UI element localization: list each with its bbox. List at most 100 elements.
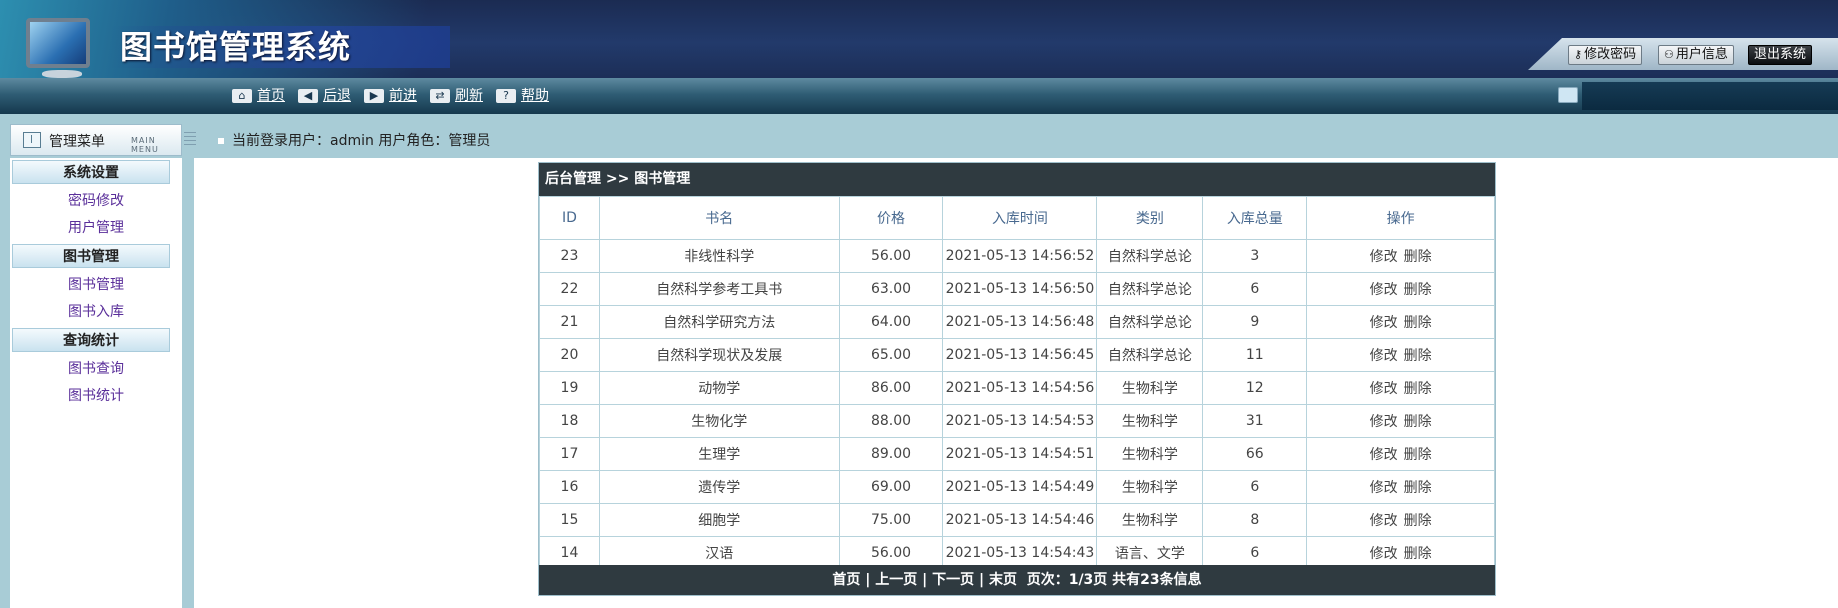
row-actions: 修改 删除 [1306,470,1495,504]
nav-item-0[interactable]: ⌂ 首页 [232,87,285,105]
table-cell: 2021-05-13 14:54:51 [942,437,1098,471]
home-icon: ⌂ [232,89,252,103]
column-header: ID [539,196,600,240]
user-info-button[interactable]: ⚇ 用户信息 [1658,45,1734,65]
row-actions: 修改 删除 [1306,338,1495,372]
last-page-link[interactable]: 末页 [989,572,1017,588]
delete-link[interactable]: 删除 [1404,414,1432,430]
table-cell: 生物科学 [1096,470,1204,504]
table-row: 15 细胞学 75.00 2021-05-13 14:54:46 生物科学 8 修改 删除 [539,503,1495,537]
table-cell: 11 [1202,338,1308,372]
table-cell: 自然科学总论 [1096,338,1204,372]
prev-page-link[interactable]: 上一页 [875,572,917,588]
table-cell: 17 [539,437,600,471]
page-info: 页次：1/3页 共有23条信息 [1026,572,1202,588]
app-header: 图书馆管理系统 ⚷ 修改密码 ⚇ 用户信息 退出系统 [0,0,1838,78]
menu-group-header[interactable]: 系统设置 [12,160,170,184]
first-page-link[interactable]: 首页 [832,572,860,588]
table-cell: 2021-05-13 14:56:52 [942,239,1098,273]
sidebar-link[interactable]: 图书管理 [68,274,124,294]
table-cell: 21 [539,305,600,339]
delete-link[interactable]: 删除 [1404,315,1432,331]
table-cell: 3 [1202,239,1308,273]
nav-item-label: 后退 [323,88,351,104]
table-cell: 64.00 [838,305,944,339]
key-icon: ⚷ [1574,48,1583,61]
sidebar-link[interactable]: 密码修改 [68,190,124,210]
book-management-panel: 后台管理 >> 图书管理 ID 书名 价格 入库时间 类别 入库总量 操作 23 非线性科学 5… [538,162,1496,596]
sidebar-link[interactable]: 用户管理 [68,217,124,237]
delete-link[interactable]: 删除 [1404,249,1432,265]
edit-link[interactable]: 修改 [1370,513,1398,529]
column-header: 价格 [838,196,944,240]
table-cell: 自然科学参考工具书 [598,272,840,306]
table-cell: 15 [539,503,600,537]
table-cell: 2021-05-13 14:54:53 [942,404,1098,438]
sidebar-link[interactable]: 图书查询 [68,358,124,378]
nav-item-2[interactable]: ▶ 前进 [364,87,417,105]
row-actions: 修改 删除 [1306,437,1495,471]
table-cell: 89.00 [838,437,944,471]
table-cell: 88.00 [838,404,944,438]
table-row: 16 遗传学 69.00 2021-05-13 14:54:49 生物科学 6 修改 删除 [539,470,1495,504]
splitter-handle[interactable] [184,132,196,146]
row-actions: 修改 删除 [1306,305,1495,339]
edit-link[interactable]: 修改 [1370,381,1398,397]
table-cell: 22 [539,272,600,306]
delete-link[interactable]: 删除 [1404,480,1432,496]
nav-item-3[interactable]: ⇄ 刷新 [430,87,483,105]
next-page-link[interactable]: 下一页 [932,572,974,588]
column-header: 类别 [1096,196,1204,240]
change-password-button[interactable]: ⚷ 修改密码 [1568,45,1643,65]
back-arrow-icon: ◀ [298,89,318,103]
edit-link[interactable]: 修改 [1370,414,1398,430]
breadcrumb: 后台管理 >> 图书管理 [539,163,1495,196]
edit-link[interactable]: 修改 [1370,315,1398,331]
sidebar-frame-left [0,114,10,608]
delete-link[interactable]: 删除 [1404,513,1432,529]
menu-group-header[interactable]: 图书管理 [12,244,170,268]
row-actions: 修改 删除 [1306,371,1495,405]
column-header: 书名 [598,196,840,240]
table-cell: 66 [1202,437,1308,471]
toolbar-right-panel [1582,82,1838,110]
table-cell: 生物科学 [1096,371,1204,405]
delete-link[interactable]: 删除 [1404,348,1432,364]
table-cell: 自然科学总论 [1096,239,1204,273]
table-cell: 动物学 [598,371,840,405]
forward-arrow-icon: ▶ [364,89,384,103]
table-row: 19 动物学 86.00 2021-05-13 14:54:56 生物科学 12 修改 删除 [539,371,1495,405]
edit-link[interactable]: 修改 [1370,348,1398,364]
table-cell: 20 [539,338,600,372]
column-header: 入库时间 [942,196,1098,240]
row-actions: 修改 删除 [1306,239,1495,273]
table-row: 17 生理学 89.00 2021-05-13 14:54:51 生物科学 66 修改 删除 [539,437,1495,471]
refresh-icon: ⇄ [430,89,450,103]
nav-item-1[interactable]: ◀ 后退 [298,87,351,105]
nav-item-4[interactable]: ? 帮助 [496,87,549,105]
edit-link[interactable]: 修改 [1370,282,1398,298]
app-title: 图书馆管理系统 [120,28,352,66]
menu-group-header[interactable]: 查询统计 [12,328,170,352]
books-table: ID 书名 价格 入库时间 类别 入库总量 操作 23 非线性科学 56.00 2021-05-1… [539,196,1495,570]
delete-link[interactable]: 删除 [1404,447,1432,463]
logout-button[interactable]: 退出系统 [1748,45,1813,65]
table-cell: 自然科学总论 [1096,305,1204,339]
sidebar-link[interactable]: 图书统计 [68,385,124,405]
table-cell: 非线性科学 [598,239,840,273]
menu-icon [23,132,41,148]
delete-link[interactable]: 删除 [1404,381,1432,397]
table-cell: 65.00 [838,338,944,372]
edit-link[interactable]: 修改 [1370,480,1398,496]
sidebar-link[interactable]: 图书入库 [68,301,124,321]
menu-header: 管理菜单 MAIN MENU [10,124,182,156]
table-cell: 31 [1202,404,1308,438]
user-info-label: 用户信息 [1675,47,1728,62]
table-cell: 2021-05-13 14:54:56 [942,371,1098,405]
edit-link[interactable]: 修改 [1370,546,1398,562]
menu-title: 管理菜单 [49,134,105,150]
edit-link[interactable]: 修改 [1370,249,1398,265]
delete-link[interactable]: 删除 [1404,546,1432,562]
edit-link[interactable]: 修改 [1370,447,1398,463]
delete-link[interactable]: 删除 [1404,282,1432,298]
